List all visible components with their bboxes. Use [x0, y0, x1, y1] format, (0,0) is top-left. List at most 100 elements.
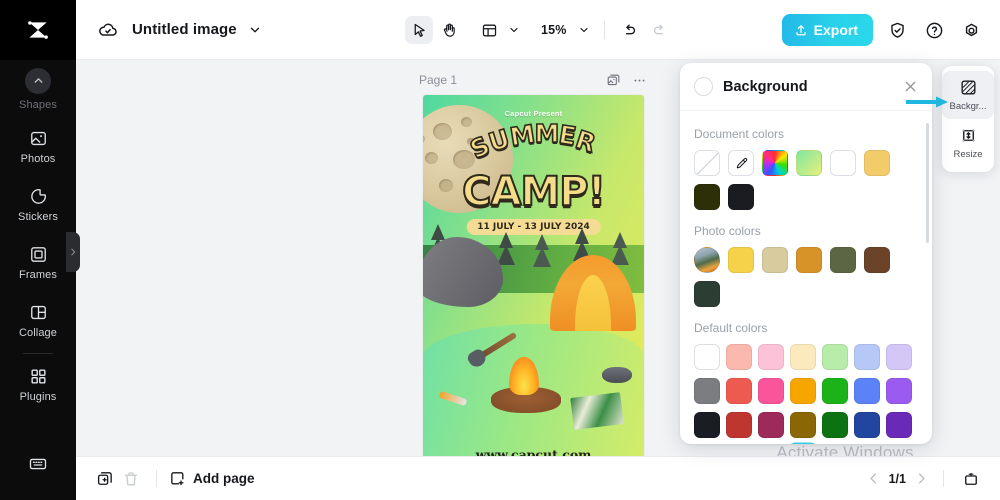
toolbar-divider [603, 21, 605, 39]
cloud-saved-icon[interactable] [98, 20, 118, 40]
swatch-white[interactable] [694, 344, 720, 370]
page-navigation: 1/1 [866, 466, 984, 492]
right-panel-item-resize[interactable]: Resize [942, 119, 994, 167]
cursor-select-icon[interactable] [405, 16, 433, 44]
canvas-toolbar: 15% [405, 0, 674, 60]
swatch-gray[interactable] [694, 378, 720, 404]
shield-check-icon[interactable] [884, 17, 910, 43]
duplicate-image-icon[interactable] [606, 73, 621, 88]
chevron-up-icon[interactable] [25, 67, 51, 94]
swatch-navy[interactable] [854, 412, 880, 438]
add-page-button[interactable]: Add page [169, 470, 255, 487]
swatch-photo-thumbnail[interactable] [694, 247, 720, 273]
sidebar-item-label: Frames [19, 269, 57, 281]
panel-scrollbar[interactable] [926, 123, 929, 243]
swatch-purple[interactable] [886, 378, 912, 404]
swatch-red[interactable] [726, 378, 752, 404]
sidebar-item-label: Plugins [19, 391, 57, 403]
help-circle-icon[interactable] [921, 17, 947, 43]
swatch-cream[interactable] [790, 344, 816, 370]
sidebar-collapse-handle[interactable] [66, 232, 80, 272]
swatch-amber[interactable] [790, 378, 816, 404]
poster-title-line1: S U M M E R [465, 118, 600, 165]
add-page-label: Add page [193, 471, 255, 486]
right-panel-item-label: Resize [953, 149, 983, 160]
right-panel-item-background[interactable]: Backgr... [942, 71, 994, 119]
swatch-light-salmon[interactable] [726, 344, 752, 370]
export-button[interactable]: Export [781, 14, 873, 46]
swatch-no-color[interactable] [694, 150, 720, 176]
swatch-dark-red[interactable] [726, 412, 752, 438]
sidebar-item-plugins[interactable]: Plugins [0, 356, 76, 414]
add-square-icon [169, 470, 186, 487]
collage-icon [29, 303, 48, 322]
swatch-blue[interactable] [854, 378, 880, 404]
map-graphic [570, 392, 624, 430]
swatch-pink[interactable] [758, 378, 784, 404]
chevron-right-icon[interactable] [914, 471, 929, 486]
capcut-logo-icon[interactable] [0, 0, 76, 60]
swatch-dark-green[interactable] [822, 412, 848, 438]
swatch-dark-gold[interactable] [790, 412, 816, 438]
sticker-icon [29, 187, 48, 206]
swatch-brown[interactable] [864, 247, 890, 273]
pot-graphic [602, 367, 632, 383]
swatch-near-black[interactable] [728, 184, 754, 210]
layout-chevron-down-icon[interactable] [505, 24, 523, 36]
swatch-gold[interactable] [864, 150, 890, 176]
swatch-green-gradient[interactable] [796, 150, 822, 176]
chevron-down-icon[interactable] [248, 23, 262, 37]
swatch-dark-green[interactable] [694, 281, 720, 307]
swatch-maroon[interactable] [758, 412, 784, 438]
swatch-light-pink[interactable] [758, 344, 784, 370]
undo-icon[interactable] [616, 16, 644, 44]
swatch-eyedropper[interactable] [728, 150, 754, 176]
sidebar-item-frames[interactable]: Frames [0, 234, 76, 292]
sidebar-item-label: Photos [20, 153, 56, 165]
poster-artboard[interactable]: Capcut Present S U M M E R CAMP! 11 JULY… [423, 95, 644, 476]
swatch-white[interactable] [830, 150, 856, 176]
swatch-beige[interactable] [762, 247, 788, 273]
zoom-chevron-down-icon[interactable] [575, 24, 593, 36]
settings-gear-icon[interactable] [958, 17, 984, 43]
swatch-color-wheel[interactable] [762, 150, 788, 176]
close-icon[interactable] [902, 78, 919, 95]
page-header: Page 1 [419, 68, 647, 92]
swatch-light-blue[interactable] [854, 344, 880, 370]
page-label: Page 1 [419, 73, 458, 87]
background-panel-title: Background [723, 78, 808, 95]
sidebar-item-keyboard-shortcuts[interactable] [0, 442, 76, 500]
swatch-green[interactable] [822, 378, 848, 404]
background-panel-header: Background [680, 63, 932, 111]
sidebar-item-collage[interactable]: Collage [0, 292, 76, 350]
zoom-level-value[interactable]: 15% [535, 23, 573, 37]
more-options-icon[interactable] [632, 73, 647, 88]
document-title[interactable]: Untitled image [132, 21, 237, 38]
swatch-orange[interactable] [796, 247, 822, 273]
current-background-swatch[interactable] [694, 77, 713, 96]
present-grid-icon[interactable] [958, 466, 984, 492]
background-panel: Background Document colors Photo colors [680, 63, 932, 444]
layout-grid-icon[interactable] [475, 16, 503, 44]
duplicate-page-icon[interactable] [92, 466, 118, 492]
hand-pan-icon[interactable] [435, 16, 463, 44]
swatch-light-purple[interactable] [886, 344, 912, 370]
sidebar-item-label: Stickers [18, 211, 58, 223]
swatch-dark-purple[interactable] [886, 412, 912, 438]
chevron-left-icon[interactable] [866, 471, 881, 486]
swatch-dark-olive[interactable] [694, 184, 720, 210]
sidebar-item-photos[interactable]: Photos [0, 118, 76, 176]
swatch-light-green[interactable] [822, 344, 848, 370]
frame-icon [29, 245, 48, 264]
document-colors-swatches [694, 150, 918, 210]
swatch-black[interactable] [694, 412, 720, 438]
right-panel-item-label: Backgr... [949, 101, 987, 112]
sidebar-item-stickers[interactable]: Stickers [0, 176, 76, 234]
trash-icon [118, 466, 144, 492]
top-bar-actions: Export [781, 0, 984, 60]
plugins-grid-icon [29, 367, 48, 386]
swatch-yellow[interactable] [728, 247, 754, 273]
left-sidebar: Shapes Photos Stickers Frames Collage Pl… [0, 60, 76, 500]
swatch-olive[interactable] [830, 247, 856, 273]
sidebar-item-shapes[interactable]: Shapes [0, 60, 76, 118]
